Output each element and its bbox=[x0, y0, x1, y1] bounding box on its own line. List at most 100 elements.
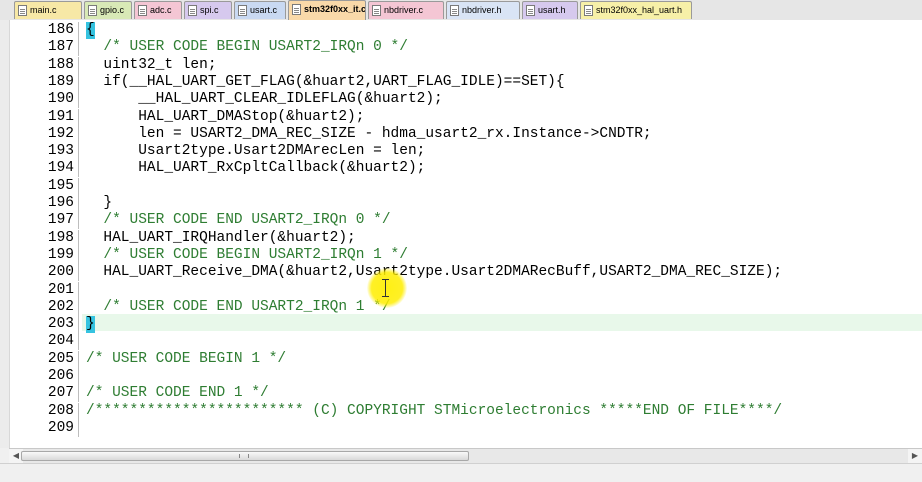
fold-marker bbox=[78, 108, 79, 126]
file-icon bbox=[238, 5, 247, 16]
line-number: 197 bbox=[47, 212, 74, 229]
code-comment: /* USER CODE BEGIN USART2_IRQn 1 */ bbox=[86, 246, 408, 263]
code-line[interactable]: 190 __HAL_UART_CLEAR_IDLEFLAG(&huart2); bbox=[0, 91, 922, 109]
code-line[interactable]: 197 /* USER CODE END USART2_IRQn 0 */ bbox=[0, 212, 922, 230]
fold-marker bbox=[78, 402, 79, 420]
line-number: 193 bbox=[47, 143, 74, 160]
line-number: 196 bbox=[47, 195, 74, 211]
code-line[interactable]: 198 HAL_UART_IRQHandler(&huart2); bbox=[0, 229, 922, 247]
code-line[interactable]: 192 len = USART2_DMA_REC_SIZE - hdma_usa… bbox=[0, 125, 922, 143]
fold-marker bbox=[78, 298, 79, 316]
code-line[interactable]: 200 HAL_UART_Receive_DMA(&huart2,Usart2t… bbox=[0, 264, 922, 282]
code-line[interactable]: 195 bbox=[0, 177, 922, 195]
code-line[interactable]: 193 Usart2type.Usart2DMArecLen = len; bbox=[0, 143, 922, 161]
fold-marker bbox=[78, 39, 79, 57]
status-area bbox=[0, 463, 922, 482]
file-tab-bar: main.c gpio.c adc.c spi.c usart.c stm32f0xx_i… bbox=[0, 0, 922, 21]
code-line[interactable]: 202 /* USER CODE END USART2_IRQn 1 */ bbox=[0, 298, 922, 316]
scrollbar-thumb[interactable] bbox=[21, 451, 469, 461]
tab-nbdriver-h[interactable]: nbdriver.h bbox=[446, 1, 520, 19]
code-line[interactable]: 199 /* USER CODE BEGIN USART2_IRQn 1 */ bbox=[0, 246, 922, 264]
tab-main-c[interactable]: main.c bbox=[14, 1, 82, 19]
fold-marker bbox=[78, 385, 79, 403]
file-icon bbox=[138, 5, 147, 16]
file-icon bbox=[188, 5, 197, 16]
code-text: uint32_t len; bbox=[86, 56, 217, 73]
code-line[interactable]: 187 /* USER CODE BEGIN USART2_IRQn 0 */ bbox=[0, 39, 922, 57]
tab-adc-c[interactable]: adc.c bbox=[134, 1, 182, 19]
code-comment: /* USER CODE END 1 */ bbox=[86, 385, 269, 402]
fold-marker bbox=[78, 56, 79, 74]
tab-label: adc.c bbox=[150, 5, 172, 15]
code-editor[interactable]: 186 {187 /* USER CODE BEGIN USART2_IRQn 0… bbox=[0, 20, 922, 448]
line-number: 208 bbox=[47, 402, 74, 419]
code-text: HAL_UART_IRQHandler(&huart2); bbox=[86, 229, 356, 246]
code-text: HAL_UART_DMAStop(&huart2); bbox=[86, 108, 365, 125]
line-number: 187 bbox=[47, 39, 74, 56]
line-number: 191 bbox=[47, 108, 74, 125]
code-line[interactable]: 191 HAL_UART_DMAStop(&huart2); bbox=[0, 108, 922, 126]
tab-stm32f0xx-hal-uart-h[interactable]: stm32f0xx_hal_uart.h bbox=[580, 1, 692, 19]
file-icon bbox=[450, 5, 459, 16]
code-line[interactable]: 194 HAL_UART_RxCpltCallback(&huart2); bbox=[0, 160, 922, 178]
line-number: 206 bbox=[47, 368, 74, 384]
tab-spi-c[interactable]: spi.c bbox=[184, 1, 232, 19]
line-number: 186 bbox=[47, 22, 74, 38]
fold-marker bbox=[78, 246, 79, 264]
fold-marker bbox=[78, 281, 79, 299]
file-icon bbox=[372, 5, 381, 16]
line-number: 198 bbox=[47, 229, 74, 246]
code-comment: /* USER CODE BEGIN 1 */ bbox=[86, 350, 287, 367]
tab-label: main.c bbox=[30, 5, 57, 15]
fold-marker bbox=[78, 212, 79, 230]
tab-label: stm32f0xx_hal_uart.h bbox=[596, 5, 683, 15]
code-text: if(__HAL_UART_GET_FLAG(&huart2,UART_FLAG… bbox=[86, 73, 565, 90]
fold-marker bbox=[78, 143, 79, 161]
tab-stm32f0xx-it-c[interactable]: stm32f0xx_it.c bbox=[288, 0, 366, 20]
line-number: 201 bbox=[47, 281, 74, 298]
code-line[interactable]: 208 /************************ (C) COPYRIG… bbox=[0, 402, 922, 420]
code-line[interactable]: 201 bbox=[0, 281, 922, 299]
mouse-cursor-highlight bbox=[367, 268, 407, 308]
code-comment: /* USER CODE BEGIN USART2_IRQn 0 */ bbox=[86, 39, 408, 56]
horizontal-scrollbar[interactable]: ◀ ▶ bbox=[9, 448, 922, 463]
file-icon bbox=[292, 4, 301, 15]
line-number: 205 bbox=[47, 350, 74, 367]
line-number: 199 bbox=[47, 246, 74, 263]
line-number: 188 bbox=[47, 56, 74, 73]
fold-marker bbox=[78, 229, 79, 247]
fold-marker bbox=[78, 350, 79, 368]
fold-marker bbox=[78, 264, 79, 282]
code-text: __HAL_UART_CLEAR_IDLEFLAG(&huart2); bbox=[86, 91, 443, 108]
code-line[interactable]: 207 /* USER CODE END 1 */ bbox=[0, 385, 922, 403]
tab-label: spi.c bbox=[200, 5, 219, 15]
tab-gpio-c[interactable]: gpio.c bbox=[84, 1, 132, 19]
tab-usart-h[interactable]: usart.h bbox=[522, 1, 578, 19]
code-line[interactable]: 188 uint32_t len; bbox=[0, 56, 922, 74]
tab-label: gpio.c bbox=[100, 5, 125, 15]
line-number: 202 bbox=[47, 298, 74, 315]
code-text: HAL_UART_Receive_DMA(&huart2,Usart2type.… bbox=[86, 264, 783, 281]
code-text: len = USART2_DMA_REC_SIZE - hdma_usart2_… bbox=[86, 125, 652, 142]
tab-nbdriver-c[interactable]: nbdriver.c bbox=[368, 1, 444, 19]
fold-marker bbox=[78, 368, 79, 385]
code-line[interactable]: 196 } bbox=[0, 195, 922, 212]
fold-marker bbox=[78, 195, 79, 212]
code-line[interactable]: 209 bbox=[0, 419, 922, 437]
line-number: 204 bbox=[47, 333, 74, 350]
text-cursor-icon bbox=[382, 279, 389, 297]
code-text: } bbox=[86, 316, 95, 334]
code-line[interactable]: 186 { bbox=[0, 22, 922, 39]
tab-usart-c[interactable]: usart.c bbox=[234, 1, 286, 19]
fold-marker bbox=[78, 91, 79, 109]
code-line[interactable]: 203} bbox=[0, 316, 922, 334]
code-line[interactable]: 206 bbox=[0, 368, 922, 385]
code-line[interactable]: 205 /* USER CODE BEGIN 1 */ bbox=[0, 350, 922, 368]
tab-label: usart.h bbox=[538, 5, 566, 15]
scroll-right-icon[interactable]: ▶ bbox=[908, 449, 922, 463]
code-text: { bbox=[86, 22, 95, 39]
file-icon bbox=[18, 5, 27, 16]
code-line[interactable]: 189 if(__HAL_UART_GET_FLAG(&huart2,UART_… bbox=[0, 73, 922, 91]
fold-marker bbox=[78, 419, 79, 437]
code-line[interactable]: 204 bbox=[0, 333, 922, 351]
